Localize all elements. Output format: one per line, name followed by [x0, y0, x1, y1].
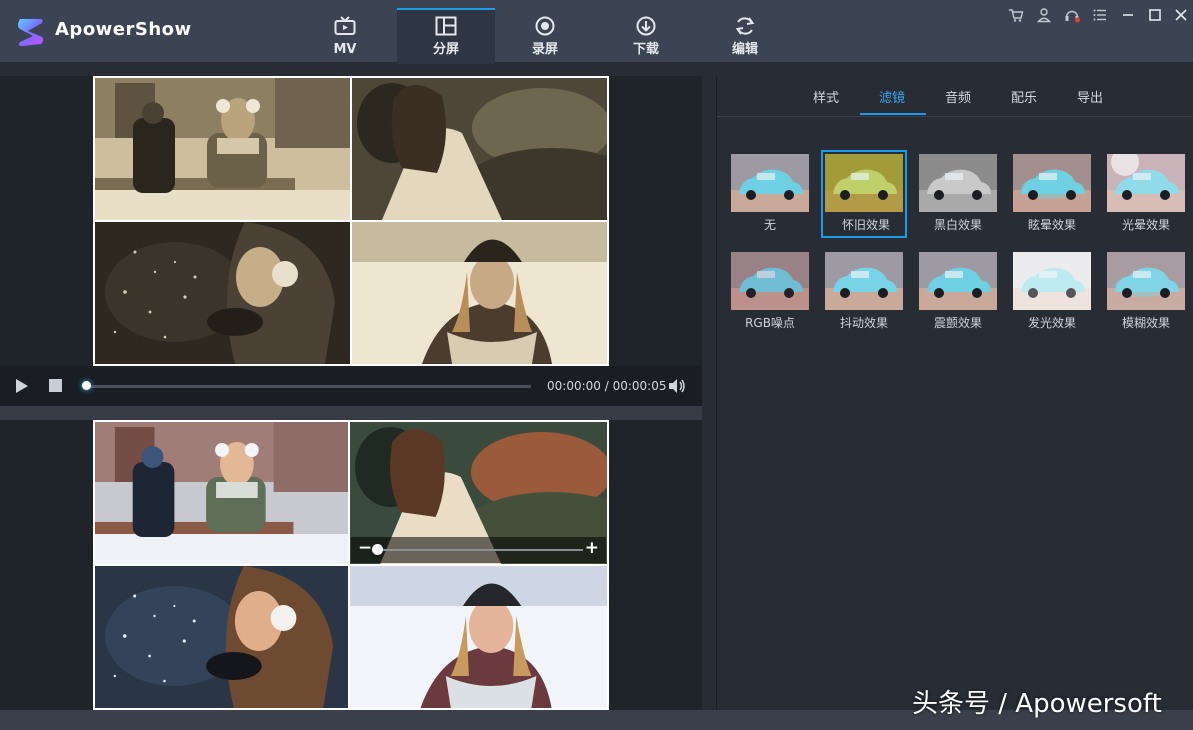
volume-icon[interactable]: [668, 378, 686, 394]
app-name: ApowerShow: [55, 19, 192, 40]
tab-mv[interactable]: MV: [296, 10, 394, 62]
filter-thumbnail: [1013, 252, 1091, 310]
split-screen-icon: [435, 16, 457, 36]
preview-photo-smile: [352, 222, 607, 364]
record-icon: [535, 16, 555, 36]
filter-label: 震颤效果: [933, 316, 982, 330]
edit-collage: [93, 420, 609, 710]
maximize-icon[interactable]: [1147, 7, 1163, 23]
tv-icon: [334, 16, 356, 35]
tab-split-screen[interactable]: 分屏: [397, 8, 495, 64]
filter-label: RGB噪点: [745, 316, 795, 330]
filter-label: 发光效果: [1027, 316, 1076, 330]
cart-icon[interactable]: [1008, 7, 1024, 23]
edit-photo-bench[interactable]: [95, 422, 348, 564]
filter-thumbnail: [731, 154, 809, 212]
filter-option-8[interactable]: 发光效果: [1009, 248, 1095, 336]
filter-option-3[interactable]: 眩晕效果: [1009, 150, 1095, 238]
filter-label: 怀旧效果: [841, 218, 890, 232]
support-icon[interactable]: [1064, 7, 1080, 23]
player-controls: 00:00:00 / 00:00:05: [0, 366, 702, 406]
filter-option-9[interactable]: 模糊效果: [1103, 248, 1189, 336]
filter-option-5[interactable]: RGB噪点: [727, 248, 813, 336]
filter-option-0[interactable]: 无: [727, 150, 813, 238]
right-panel: 样式 滤镜 音频 配乐 导出 无 怀旧效果 黑白效果 眩晕效果 光晕效果 RGB噪点 抖动效…: [716, 76, 1193, 710]
filter-option-6[interactable]: 抖动效果: [821, 248, 907, 336]
edit-photo-snow-blow[interactable]: [95, 566, 348, 708]
pane-divider: [0, 406, 702, 420]
filter-thumbnail: [919, 154, 997, 212]
tab-filter[interactable]: 滤镜: [879, 87, 905, 106]
seek-bar[interactable]: [86, 385, 531, 388]
filter-option-4[interactable]: 光晕效果: [1103, 150, 1189, 238]
preview-pane: 00:00:00 / 00:00:05: [0, 76, 702, 406]
stop-button[interactable]: [49, 379, 62, 392]
top-bar: ApowerShow MV 分屏 录屏 下载 编辑: [0, 0, 1193, 64]
zoom-knob[interactable]: [372, 544, 383, 555]
tab-edit[interactable]: 编辑: [696, 10, 794, 62]
zoom-slider-bar: − +: [351, 537, 606, 563]
filter-thumbnail: [1107, 154, 1185, 212]
apowershow-logo-icon: [14, 15, 48, 49]
filter-thumbnail: [731, 252, 809, 310]
active-tab-underline: [860, 113, 926, 115]
tab-record[interactable]: 录屏: [496, 10, 594, 62]
filter-label: 黑白效果: [933, 218, 982, 232]
time-display: 00:00:00 / 00:00:05: [547, 379, 667, 393]
close-icon[interactable]: [1173, 7, 1189, 23]
zoom-out-icon[interactable]: −: [358, 538, 372, 558]
tab-record-label: 录屏: [531, 42, 558, 57]
filter-thumbnail: [825, 252, 903, 310]
preview-photo-scarf: [352, 78, 607, 220]
tab-audio[interactable]: 音频: [945, 87, 971, 106]
filter-label: 眩晕效果: [1027, 218, 1076, 232]
watermark: 头条号 / Apowersoft: [912, 689, 1162, 719]
edit-photo-smile[interactable]: [350, 566, 607, 708]
play-icon[interactable]: [15, 378, 29, 394]
tab-style[interactable]: 样式: [813, 87, 839, 106]
edit-pane: [0, 420, 702, 710]
filter-thumbnail: [1013, 154, 1091, 212]
filter-label: 抖动效果: [839, 316, 888, 330]
filter-thumbnail: [1107, 252, 1185, 310]
minimize-icon[interactable]: [1120, 7, 1136, 23]
preview-photo-snow-blow: [95, 222, 350, 364]
zoom-slider[interactable]: [377, 549, 583, 551]
seek-knob[interactable]: [82, 381, 91, 390]
filter-thumbnail: [919, 252, 997, 310]
tab-mv-label: MV: [333, 42, 357, 57]
panel-tabs: 样式 滤镜 音频 配乐 导出: [717, 76, 1193, 117]
download-icon: [636, 16, 656, 36]
tab-split-screen-label: 分屏: [432, 42, 459, 57]
filter-option-1[interactable]: 怀旧效果: [821, 150, 907, 238]
filter-option-7[interactable]: 震颤效果: [915, 248, 1001, 336]
tab-edit-label: 编辑: [731, 42, 758, 57]
filter-option-2[interactable]: 黑白效果: [915, 150, 1001, 238]
filter-label: 模糊效果: [1121, 316, 1170, 330]
filter-thumbnail: [825, 154, 903, 212]
tab-export[interactable]: 导出: [1077, 87, 1103, 106]
preview-photo-bench: [95, 78, 350, 220]
tab-download-label: 下载: [632, 42, 659, 57]
tab-music[interactable]: 配乐: [1011, 87, 1037, 106]
tab-download[interactable]: 下载: [597, 10, 695, 62]
zoom-in-icon[interactable]: +: [585, 538, 599, 558]
preview-collage: [93, 76, 609, 366]
refresh-edit-icon: [735, 17, 755, 35]
user-icon[interactable]: [1036, 7, 1052, 23]
menu-icon[interactable]: [1092, 7, 1108, 23]
filter-label: 光晕效果: [1121, 218, 1170, 232]
filter-label: 无: [763, 218, 776, 232]
